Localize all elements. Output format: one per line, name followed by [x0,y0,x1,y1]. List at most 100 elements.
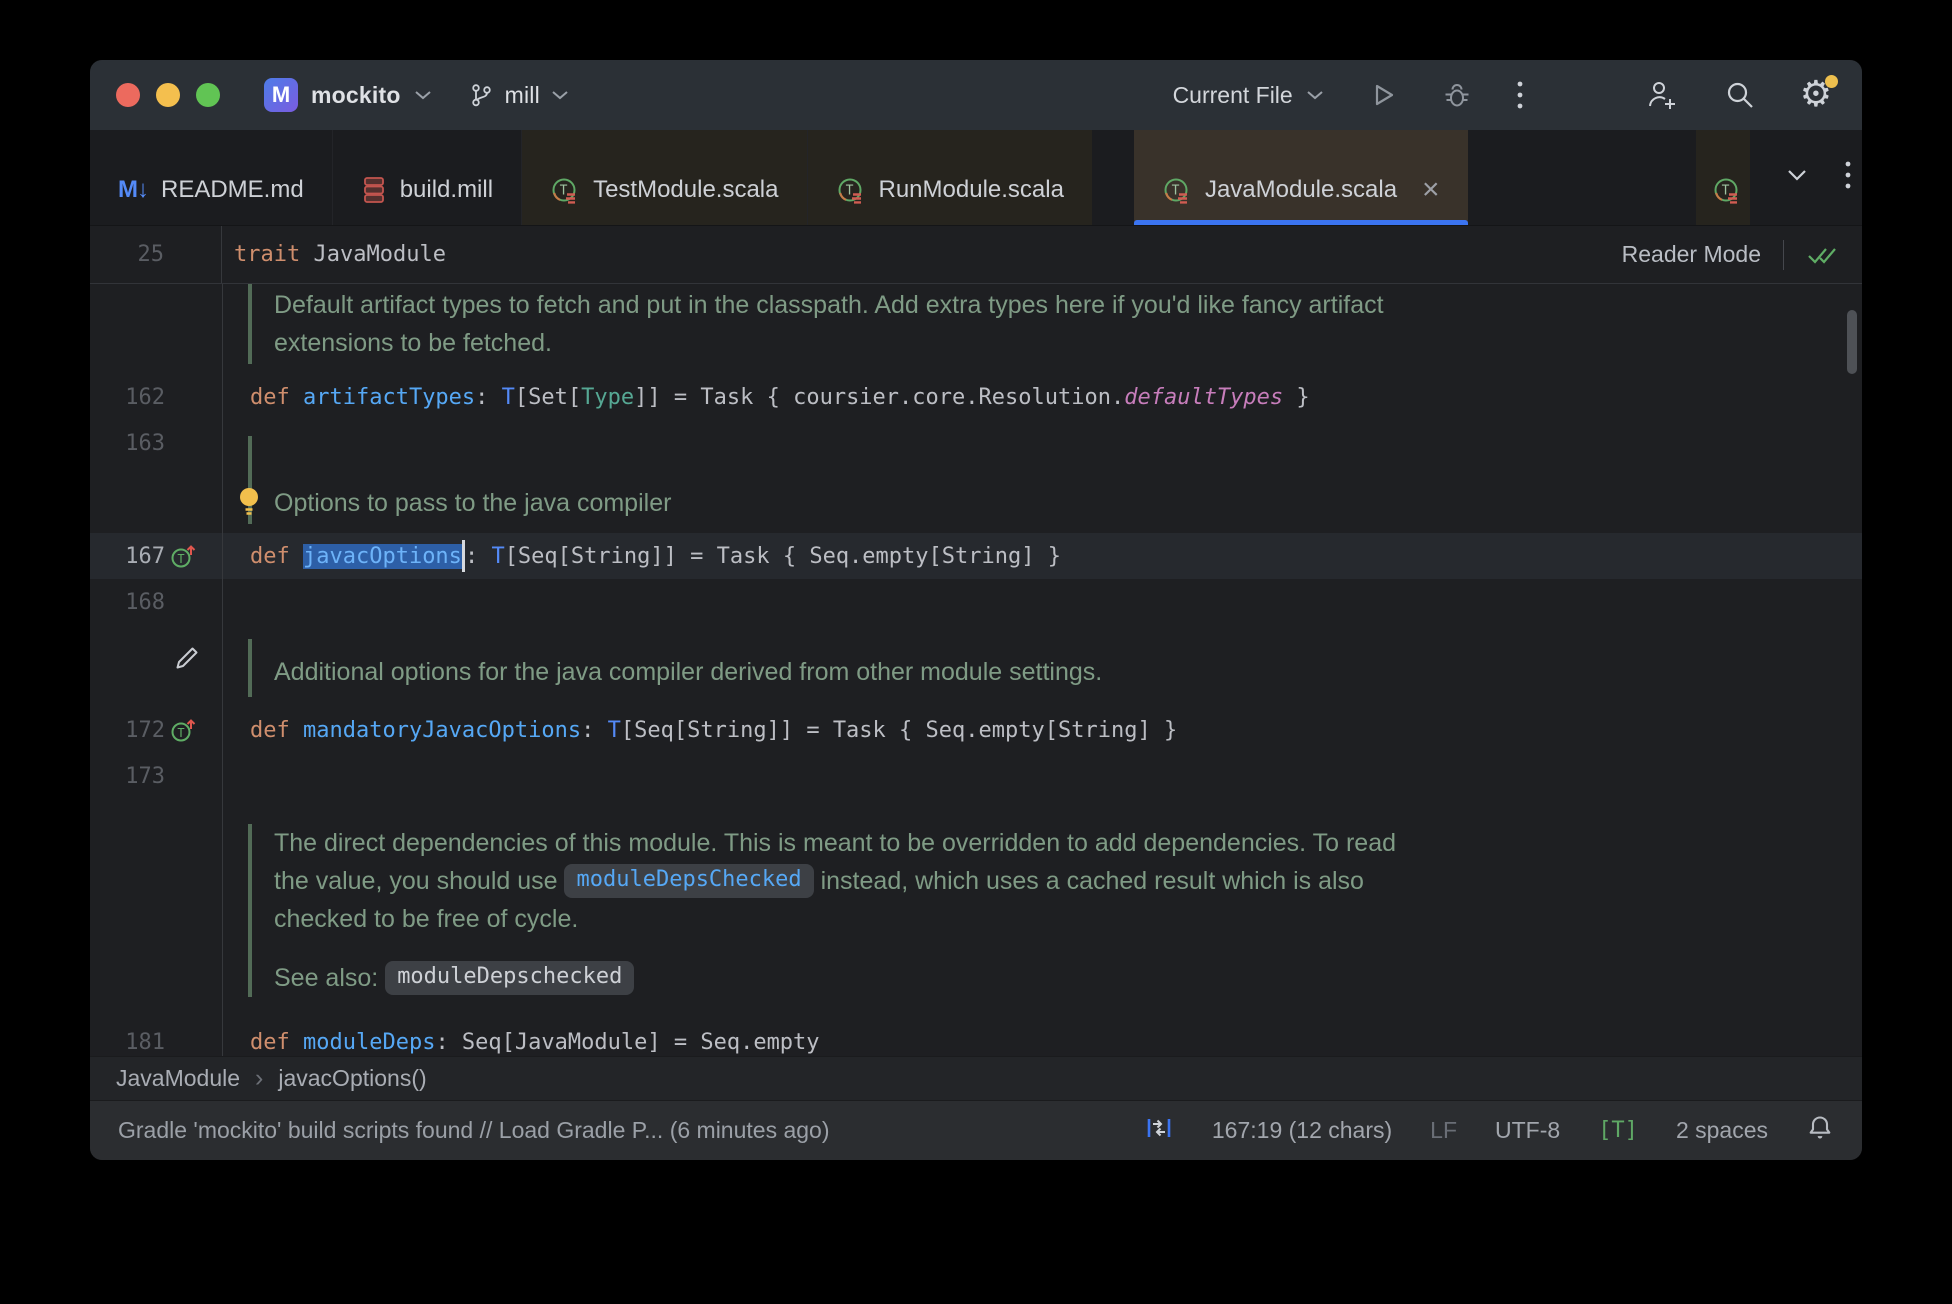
more-actions-button[interactable] [1516,79,1524,111]
caret-position-widget[interactable]: 167:19 (12 chars) [1212,1117,1392,1144]
override-marker-icon[interactable]: T [170,543,196,569]
tab-build-mill[interactable]: build.mill [331,130,521,225]
editor-line[interactable]: 162 def artifactTypes: T [Set[Type]] = Tas… [90,374,1862,420]
titlebar: M mockito mill Current File ⚙ [90,60,1862,130]
search-everywhere-button[interactable] [1724,79,1756,111]
gutter[interactable] [90,639,222,697]
editor-line[interactable]: 167 Tdef javacOptions: T [Seq[String]] = T… [90,533,1862,579]
notifications-button[interactable] [1806,1114,1834,1148]
gutter[interactable] [90,482,222,524]
svg-text:T: T [1722,183,1730,198]
code-style-sync-widget[interactable] [1144,1113,1174,1149]
encoding-widget[interactable]: UTF-8 [1495,1117,1560,1144]
svg-text:T: T [560,183,568,198]
doc-text: instead, which uses a cached result whic… [813,866,1364,895]
desktop: M mockito mill Current File ⚙ M↓ README.… [0,0,1952,1304]
add-user-icon [1648,82,1675,109]
rendered-doc-comment[interactable]: Options to pass to the java compiler [90,436,1862,525]
gutter[interactable]: 172 T [90,707,222,753]
zoom-window-button[interactable] [196,83,220,107]
code-reference-chip[interactable]: moduleDepsChecked [564,864,814,898]
editor[interactable]: Default artifact types to fetch and put … [90,284,1862,1056]
sticky-lines-header[interactable]: 25 trait JavaModule Reader Mode [90,226,1862,284]
doc-comment-line: See also: moduleDepschecked [274,959,1862,997]
minimize-window-button[interactable] [156,83,180,107]
code-token: } [1283,384,1310,410]
project-name: mockito [311,81,401,108]
settings-button[interactable]: ⚙ [1800,75,1838,113]
line-separator-widget[interactable]: LF [1430,1117,1457,1144]
double-check-icon [1808,247,1836,264]
gutter[interactable] [90,824,222,997]
tab-partially-visible[interactable]: T [1696,130,1750,225]
editor-line[interactable]: 168 [90,579,1862,625]
breadcrumb-item-member[interactable]: javacOptions() [278,1065,426,1092]
tab-readme-md[interactable]: M↓ README.md [90,130,332,225]
tab-testmodule-scala[interactable]: T TestModule.scala [521,130,807,225]
svg-text:T: T [177,552,184,566]
tab-runmodule-scala[interactable]: T RunModule.scala [806,130,1092,225]
project-widget[interactable]: M mockito [264,78,432,112]
breadcrumb-item-class[interactable]: JavaModule [116,1065,240,1092]
code-line-content[interactable]: def javacOptions: T [Seq[String]] = Task … [222,540,1862,572]
tab-label: README.md [161,175,304,203]
code-token: def [250,717,303,743]
code-token: def [250,1029,303,1055]
editor-line[interactable]: 163 [90,420,1862,466]
doc-text: Default artifact types to fetch and put … [274,290,1384,319]
gutter[interactable]: 181 [90,1019,222,1056]
doc-comment-line: Additional options for the java compiler… [274,653,1862,691]
rendered-doc-comment[interactable]: The direct dependencies of this module. … [90,824,1862,997]
debug-button[interactable] [1442,80,1472,110]
code-line-content[interactable]: def artifactTypes: T [Set[Type]] = Task {… [222,385,1862,410]
editor-line[interactable]: 172 Tdef mandatoryJavacOptions: T [Seq[Str… [90,707,1862,753]
close-tab-icon[interactable]: × [1422,174,1440,204]
tab-options-button[interactable] [1844,159,1852,196]
editor-line[interactable]: 173 [90,753,1862,799]
indent-widget[interactable]: 2 spaces [1676,1117,1768,1144]
code-token: ]] = Task { coursier.core.Resolution. [634,384,1125,410]
rendered-doc-comment[interactable]: Default artifact types to fetch and put … [90,284,1862,364]
code-with-me-button[interactable] [1646,79,1680,111]
bell-icon [1809,1115,1831,1138]
run-configuration-selector[interactable]: Current File [1173,82,1324,109]
gutter[interactable] [90,284,222,364]
tab-javamodule-scala[interactable]: T JavaModule.scala × [1133,130,1468,225]
window-controls [116,83,220,107]
kebab-menu-icon [1845,161,1851,189]
gutter[interactable]: 163 [90,420,222,466]
reader-mode-widget[interactable]: Reader Mode [1622,226,1838,283]
editor-tab-bar: M↓ README.md build.mill T TestModule.sca… [90,130,1862,226]
doc-text: checked to be free of cycle. [274,904,579,933]
scrollbar-thumb[interactable] [1847,310,1857,374]
textmate-badge[interactable]: [T] [1598,1118,1638,1143]
gutter[interactable]: 167 T [90,533,222,579]
tab-list-dropdown-button[interactable] [1786,168,1808,187]
code-reference-chip[interactable]: moduleDepschecked [385,961,635,995]
pencil-icon[interactable] [174,643,202,671]
line-number: 162 [125,384,165,410]
gutter[interactable]: 168 [90,579,222,625]
status-message[interactable]: Gradle 'mockito' build scripts found // … [118,1117,1144,1144]
gutter[interactable]: 173 [90,753,222,799]
lightbulb-icon[interactable] [237,485,261,525]
code-token: defaultTypes [1124,384,1284,410]
kebab-menu-icon [1517,81,1523,109]
doc-text: Options to pass to the java compiler [274,488,672,517]
vcs-branch-widget[interactable]: mill [468,82,569,109]
editor-spacer [90,997,1862,1019]
gutter[interactable]: 162 [90,374,222,420]
code-line-content[interactable]: def moduleDeps: Seq[JavaModule] = Seq.em… [222,1030,1862,1055]
sticky-gutter: 25 [90,226,222,283]
doc-comment-line: Default artifact types to fetch and put … [274,286,1862,324]
doc-text: Additional options for the java compiler… [274,657,1103,686]
override-marker-icon[interactable]: T [170,717,196,743]
doc-comment-line: the value, you should use moduleDepsChec… [274,862,1862,900]
code-line-content[interactable]: def mandatoryJavacOptions: T [Seq[String]… [222,718,1862,743]
run-button[interactable] [1368,80,1398,110]
play-icon [1375,84,1393,106]
sticky-code-line[interactable]: trait JavaModule [222,242,446,267]
rendered-doc-comment[interactable]: Additional options for the java compiler… [90,639,1862,697]
close-window-button[interactable] [116,83,140,107]
editor-line[interactable]: 181 def moduleDeps: Seq[JavaModule] = Seq… [90,1019,1862,1056]
